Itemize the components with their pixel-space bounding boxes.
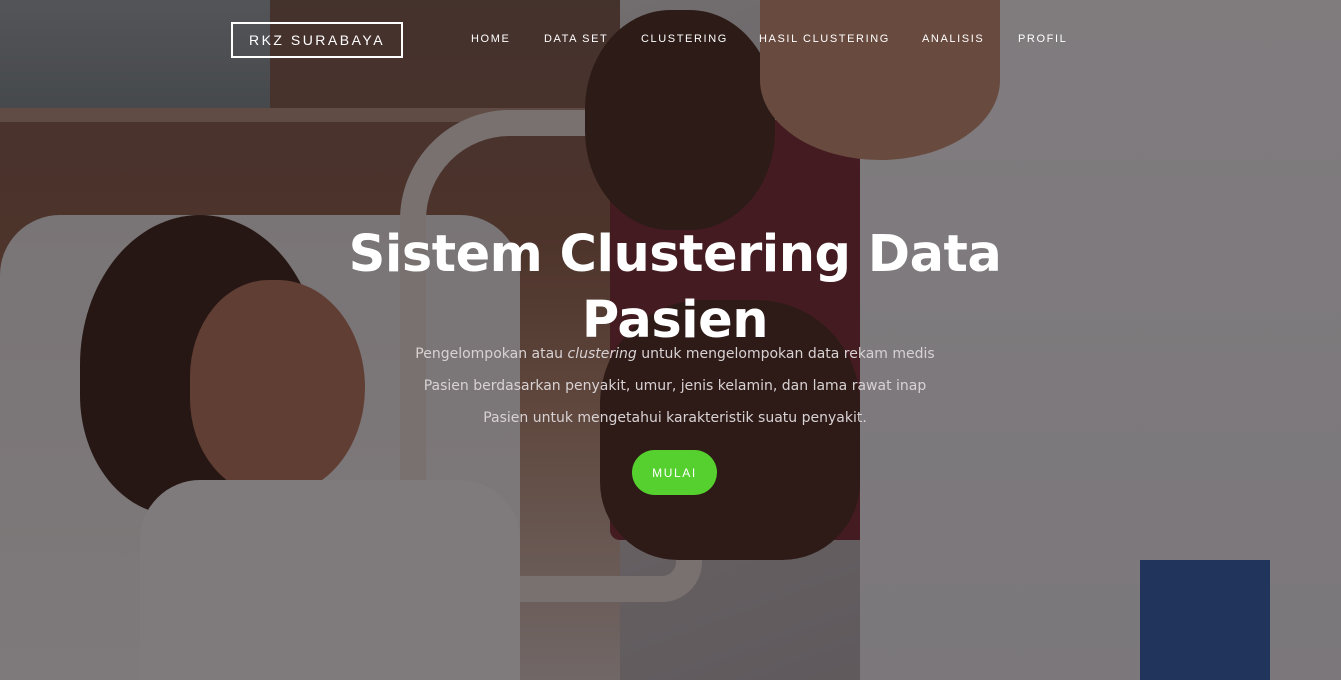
desc-text: Pengelompokan atau <box>415 346 568 362</box>
hero-title-line-1: Sistem Clustering Data <box>348 225 1002 285</box>
nav-item-clustering[interactable]: CLUSTERING <box>641 33 728 45</box>
hero-title: Sistem Clustering Data Pasien <box>300 222 1050 354</box>
nav-item-profil[interactable]: PROFIL <box>1018 33 1067 45</box>
nav-item-analisis[interactable]: ANALISIS <box>922 33 984 45</box>
mulai-button[interactable]: MULAI <box>632 450 717 495</box>
hero-description-line-1: Pengelompokan atau clustering untuk meng… <box>330 338 1020 370</box>
main-navigation: HOME DATA SET CLUSTERING HASIL CLUSTERIN… <box>0 33 1341 49</box>
desc-emphasis: clustering <box>567 346 637 362</box>
nav-item-data-set[interactable]: DATA SET <box>544 33 608 45</box>
hero-description-line-2: Pasien berdasarkan penyakit, umur, jenis… <box>423 378 927 394</box>
nav-item-hasil-clustering[interactable]: HASIL CLUSTERING <box>759 33 890 45</box>
hero-description: Pengelompokan atau clustering untuk meng… <box>330 338 1020 434</box>
hero-description-line-3: Pasien untuk mengetahui karakteristik su… <box>483 410 867 426</box>
desc-text: untuk mengelompokan data rekam medis <box>636 346 935 362</box>
nav-item-home[interactable]: HOME <box>471 33 510 45</box>
